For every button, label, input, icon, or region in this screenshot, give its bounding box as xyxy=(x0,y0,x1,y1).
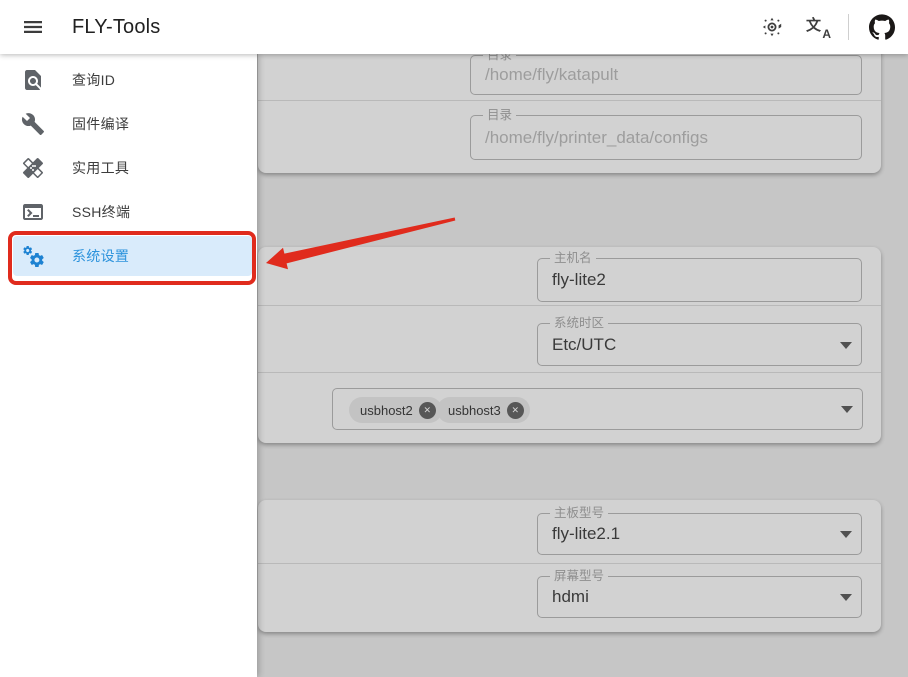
app-window: 目录 /home/fly/katapult 目录 /home/fly/print… xyxy=(0,0,908,677)
row-divider xyxy=(258,372,881,373)
sidebar-item-label: 查询ID xyxy=(72,70,115,90)
row-divider xyxy=(258,563,881,564)
usb-hosts-select[interactable]: usbhost2 ✕ usbhost3 ✕ xyxy=(332,388,863,430)
field-value: fly-lite2 xyxy=(552,270,606,290)
chip-close-icon[interactable]: ✕ xyxy=(507,402,524,419)
usb-host-chip[interactable]: usbhost3 ✕ xyxy=(437,397,530,423)
wrench-icon xyxy=(21,112,45,136)
sidebar-item-ssh-terminal[interactable]: SSH终端 xyxy=(0,190,257,234)
cogs-icon xyxy=(21,244,45,268)
chevron-down-icon[interactable] xyxy=(841,406,853,413)
screen-model-select[interactable]: 屏幕型号 hdmi xyxy=(537,576,862,618)
row-divider xyxy=(258,100,881,101)
timezone-select[interactable]: 系统时区 Etc/UTC xyxy=(537,323,862,366)
chevron-down-icon[interactable] xyxy=(840,342,852,349)
terminal-icon xyxy=(21,200,45,224)
field-value: /home/fly/printer_data/configs xyxy=(485,128,708,148)
configs-directory-field[interactable]: 目录 /home/fly/printer_data/configs xyxy=(470,115,862,160)
field-label: 目录 xyxy=(483,107,516,124)
healing-icon xyxy=(21,156,45,180)
field-label: 系统时区 xyxy=(550,315,608,332)
board-model-select[interactable]: 主板型号 fly-lite2.1 xyxy=(537,513,862,555)
translate-zh-glyph: 文 xyxy=(806,14,821,35)
row-divider xyxy=(258,305,881,306)
hardware-settings-card: 主板型号 fly-lite2.1 屏幕型号 hdmi xyxy=(258,500,881,632)
translate-icon[interactable]: 文 A xyxy=(806,15,830,39)
github-icon[interactable] xyxy=(869,14,895,40)
system-settings-card: 主机名 fly-lite2 系统时区 Etc/UTC usbhost2 ✕ us… xyxy=(258,247,881,443)
usb-host-chip[interactable]: usbhost2 ✕ xyxy=(349,397,442,423)
translate-en-glyph: A xyxy=(822,27,831,41)
page-title: FLY-Tools xyxy=(72,0,161,54)
field-value: hdmi xyxy=(552,587,589,607)
sidebar-item-label: SSH终端 xyxy=(72,202,130,222)
field-label: 主板型号 xyxy=(550,505,608,522)
chip-close-icon[interactable]: ✕ xyxy=(419,402,436,419)
field-label: 主机名 xyxy=(550,250,596,267)
sidebar: 查询ID 固件编译 实用工具 SSH终端 系统设置 xyxy=(0,54,257,677)
sidebar-item-label: 固件编译 xyxy=(72,114,129,134)
toolbar-divider xyxy=(848,14,849,40)
top-app-bar: FLY-Tools 文 A xyxy=(0,0,908,54)
chip-label: usbhost2 xyxy=(360,403,413,418)
sidebar-item-utilities[interactable]: 实用工具 xyxy=(0,146,257,190)
katapult-directory-field[interactable]: 目录 /home/fly/katapult xyxy=(470,55,862,95)
sidebar-item-label: 系统设置 xyxy=(72,246,129,266)
sidebar-item-query-id[interactable]: 查询ID xyxy=(0,58,257,102)
brightness-icon[interactable] xyxy=(760,15,784,39)
menu-icon[interactable] xyxy=(21,15,45,39)
sidebar-item-label: 实用工具 xyxy=(72,158,129,178)
field-label: 屏幕型号 xyxy=(550,568,608,585)
sidebar-item-firmware-build[interactable]: 固件编译 xyxy=(0,102,257,146)
chevron-down-icon[interactable] xyxy=(840,594,852,601)
chevron-down-icon[interactable] xyxy=(840,531,852,538)
sidebar-item-system-settings[interactable]: 系统设置 xyxy=(13,236,252,276)
main-content: 目录 /home/fly/katapult 目录 /home/fly/print… xyxy=(257,54,908,677)
field-value: fly-lite2.1 xyxy=(552,524,620,544)
hostname-field[interactable]: 主机名 fly-lite2 xyxy=(537,258,862,302)
find-in-page-icon xyxy=(21,68,45,92)
field-value: Etc/UTC xyxy=(552,335,616,355)
chip-label: usbhost3 xyxy=(448,403,501,418)
field-value: /home/fly/katapult xyxy=(485,65,618,85)
